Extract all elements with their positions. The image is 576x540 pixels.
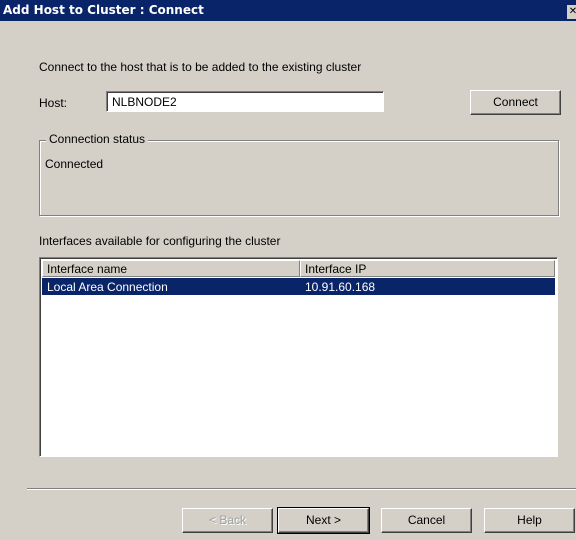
window-title: Add Host to Cluster : Connect	[3, 3, 204, 17]
list-item[interactable]: Local Area Connection 10.91.60.168	[42, 278, 555, 295]
back-button[interactable]: < Back	[182, 508, 273, 533]
connect-button[interactable]: Connect	[470, 90, 561, 115]
column-header-interface-ip[interactable]: Interface IP	[300, 260, 555, 277]
interfaces-label: Interfaces available for configuring the…	[39, 234, 281, 248]
connection-status-group	[39, 140, 559, 216]
title-bar: Add Host to Cluster : Connect ✕	[0, 0, 576, 21]
interface-name-cell: Local Area Connection	[47, 280, 168, 294]
host-input[interactable]	[106, 91, 384, 112]
button-separator	[27, 488, 576, 490]
interfaces-list[interactable]: Interface name Interface IP Local Area C…	[39, 257, 558, 457]
host-label: Host:	[39, 96, 68, 110]
close-icon[interactable]: ✕	[567, 5, 576, 19]
connection-status-legend: Connection status	[46, 132, 149, 146]
list-header: Interface name Interface IP	[42, 260, 555, 277]
interface-ip-cell: 10.91.60.168	[305, 280, 376, 294]
next-button[interactable]: Next >	[277, 507, 370, 534]
cancel-button[interactable]: Cancel	[381, 508, 472, 533]
column-header-interface-name[interactable]: Interface name	[42, 260, 300, 277]
help-button[interactable]: Help	[484, 508, 575, 533]
instruction-text: Connect to the host that is to be added …	[39, 60, 362, 74]
connection-status-value: Connected	[45, 157, 104, 171]
